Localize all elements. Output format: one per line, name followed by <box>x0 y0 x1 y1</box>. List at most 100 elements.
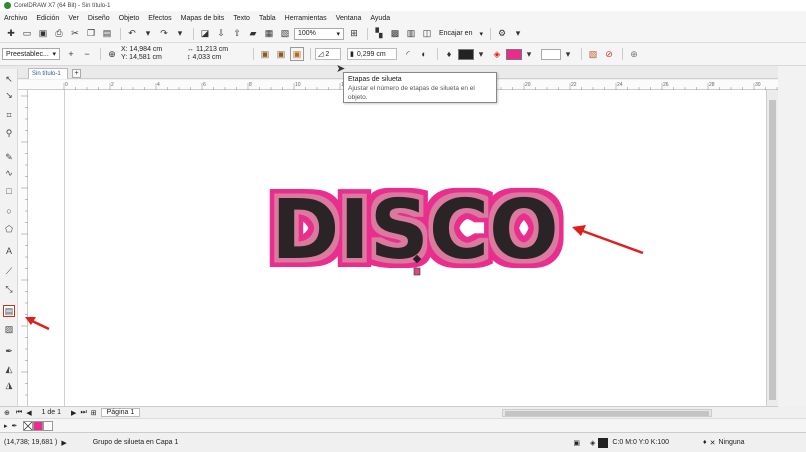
menu-item-mapas-de-bits[interactable]: Mapas de bits <box>181 15 225 22</box>
application-launcher-icon[interactable]: ▦ <box>262 27 276 41</box>
connector-tool-icon[interactable]: ⤡ <box>3 283 15 295</box>
page-zoom-icon[interactable]: ⊕ <box>4 409 10 417</box>
color-proof-icon[interactable]: ▣ <box>573 439 580 447</box>
pick-tool-icon[interactable]: ↖ <box>3 73 15 85</box>
contour-steps-stepper[interactable]: ◿ 2 <box>315 48 341 60</box>
redo-dropdown-icon[interactable]: ▾ <box>173 27 187 41</box>
print-icon[interactable]: ⎙ <box>52 27 66 41</box>
publish-pdf-icon[interactable]: ▰ <box>246 27 260 41</box>
outline-color-swatch[interactable] <box>458 48 474 60</box>
clear-contour-icon[interactable]: ⊘ <box>602 47 616 61</box>
launch-dropdown-icon[interactable]: ▾ <box>511 27 525 41</box>
drawing-canvas[interactable]: DISCO DISCO DISCO <box>28 90 766 406</box>
menu-item-diseño[interactable]: Diseño <box>88 15 110 22</box>
welcome-screen-icon[interactable]: ▧ <box>278 27 292 41</box>
import-icon[interactable]: ⇩ <box>214 27 228 41</box>
last-page-icon[interactable]: ⏭ <box>80 409 86 417</box>
full-screen-icon[interactable]: ⊞ <box>347 27 361 41</box>
ellipse-tool-icon[interactable]: ○ <box>3 205 15 217</box>
play-icon[interactable]: ▶ <box>61 439 66 447</box>
interactive-fill-tool-icon[interactable]: ◭ <box>3 363 15 375</box>
crop-tool-icon[interactable]: ⌗ <box>3 109 15 121</box>
cut-icon[interactable]: ✂ <box>68 27 82 41</box>
no-color-swatch[interactable] <box>23 420 34 431</box>
menu-item-ventana[interactable]: Ventana <box>336 15 362 22</box>
first-page-icon[interactable]: ⏮ <box>16 409 22 417</box>
vertical-scroll-thumb[interactable] <box>769 100 776 400</box>
x-position-field[interactable]: X: 14,984 cm <box>121 46 183 54</box>
undo-dropdown-icon[interactable]: ▾ <box>141 27 155 41</box>
white-swatch[interactable] <box>43 420 54 431</box>
zoom-select[interactable]: 100% ▾ <box>294 27 344 40</box>
pink-swatch[interactable] <box>33 420 44 431</box>
previous-page-icon[interactable]: ◀ <box>26 409 31 417</box>
menu-item-tabla[interactable]: Tabla <box>259 15 276 22</box>
next-page-icon[interactable]: ▶ <box>71 409 76 417</box>
vertical-scrollbar[interactable] <box>766 90 778 406</box>
new-document-icon[interactable]: ✚ <box>4 27 18 41</box>
add-document-tab-button[interactable]: + <box>72 69 81 78</box>
show-guidelines-icon[interactable]: ▥ <box>404 27 418 41</box>
contour-to-center-icon[interactable]: ▣ <box>258 47 272 61</box>
disco-text[interactable]: DISCO <box>271 183 559 278</box>
chevron-down-icon[interactable]: ▾ <box>522 47 536 61</box>
snap-icon[interactable]: ◫ <box>420 27 434 41</box>
menu-item-texto[interactable]: Texto <box>233 15 250 22</box>
quick-customize-icon[interactable]: ⊕ <box>627 47 641 61</box>
transparency-tool-icon[interactable]: ▨ <box>3 323 15 335</box>
smart-fill-tool-icon[interactable]: ◮ <box>3 379 15 391</box>
chevron-down-icon[interactable]: ▾ <box>561 47 575 61</box>
width-field[interactable]: ↔ 11,213 cm <box>187 46 249 54</box>
menu-item-efectos[interactable]: Efectos <box>148 15 171 22</box>
menu-item-ayuda[interactable]: Ayuda <box>370 15 390 22</box>
contour-slider-handle[interactable] <box>413 267 421 276</box>
paste-icon[interactable]: ▤ <box>100 27 114 41</box>
contour-corners-icon[interactable]: ◜ <box>401 47 415 61</box>
redo-icon[interactable]: ↷ <box>157 27 171 41</box>
eyedropper-icon[interactable]: ✒ <box>12 422 18 430</box>
horizontal-scrollbar[interactable] <box>502 408 713 417</box>
search-content-icon[interactable]: ◪ <box>198 27 212 41</box>
contour-outside-icon[interactable]: ▣ <box>290 47 304 61</box>
height-field[interactable]: ↕ 4,033 cm <box>187 54 249 62</box>
show-rulers-icon[interactable]: ▚ <box>372 27 386 41</box>
tab-sin-titulo-1[interactable]: Sin título-1 <box>28 68 68 79</box>
parallel-dimension-tool-icon[interactable]: ⟋ <box>3 265 15 277</box>
add-page-icon[interactable]: ⊞ <box>91 409 97 417</box>
palette-arrow-icon[interactable]: ▸ <box>4 422 8 430</box>
end-color-swatch[interactable] <box>541 48 561 60</box>
shape-tool-icon[interactable]: ↘ <box>3 89 15 101</box>
menu-item-ver[interactable]: Ver <box>68 15 79 22</box>
polygon-tool-icon[interactable]: ⬠ <box>3 223 15 235</box>
contour-color-acceleration-icon[interactable]: ◐ <box>417 47 431 61</box>
artistic-media-tool-icon[interactable]: ∿ <box>3 167 15 179</box>
export-icon[interactable]: ⇧ <box>230 27 244 41</box>
snap-to-dropdown[interactable]: Encajar en ▾ <box>436 28 486 40</box>
contour-offset-field[interactable]: ▮ 0,299 cm <box>347 48 397 60</box>
rectangle-tool-icon[interactable]: □ <box>3 185 15 197</box>
y-position-field[interactable]: Y: 14,581 cm <box>121 54 183 62</box>
chevron-down-icon[interactable]: ▾ <box>474 47 488 61</box>
undo-icon[interactable]: ↶ <box>125 27 139 41</box>
zoom-tool-icon[interactable]: ⚲ <box>3 127 15 139</box>
contour-inside-icon[interactable]: ▣ <box>274 47 288 61</box>
color-eyedropper-tool-icon[interactable]: ✒ <box>3 345 15 357</box>
text-tool-icon[interactable]: A <box>3 245 15 257</box>
vertical-ruler[interactable] <box>18 90 28 430</box>
fill-color-swatch[interactable] <box>506 48 522 60</box>
preset-select[interactable]: Preestablec... ▾ <box>2 48 60 60</box>
copy-icon[interactable]: ❐ <box>84 27 98 41</box>
remove-preset-icon[interactable]: − <box>80 47 94 61</box>
contour-tool-icon[interactable]: ▤ <box>3 305 15 317</box>
freehand-tool-icon[interactable]: ✎ <box>3 151 15 163</box>
save-icon[interactable]: ▣ <box>36 27 50 41</box>
options-icon[interactable]: ⚙ <box>495 27 509 41</box>
menu-item-edición[interactable]: Edición <box>36 15 59 22</box>
open-folder-icon[interactable]: ▭ <box>20 27 34 41</box>
page-tab[interactable]: Página 1 <box>100 408 141 417</box>
horizontal-scroll-thumb[interactable] <box>505 410 710 416</box>
menu-item-objeto[interactable]: Objeto <box>119 15 140 22</box>
show-grid-icon[interactable]: ▩ <box>388 27 402 41</box>
copy-contour-properties-icon[interactable]: ▧ <box>586 47 600 61</box>
menu-item-herramientas[interactable]: Herramientas <box>285 15 327 22</box>
